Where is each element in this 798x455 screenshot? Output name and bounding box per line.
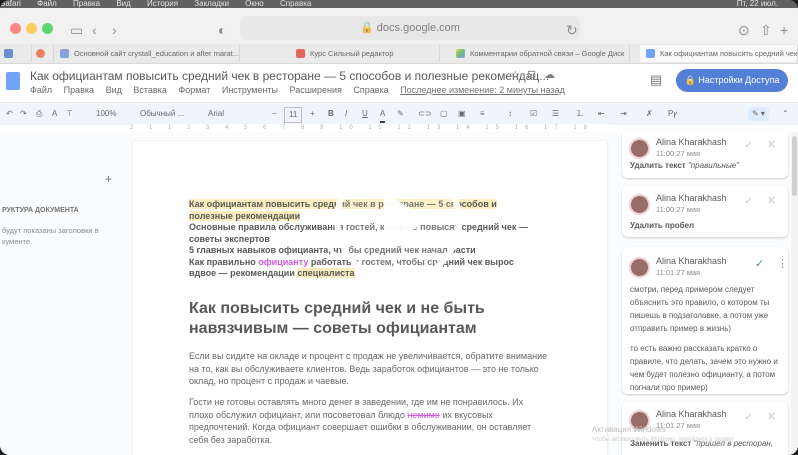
play-button[interactable]	[334, 156, 462, 284]
play-icon	[384, 192, 428, 248]
screen: Safari Файл Правка Вид История Закладки …	[0, 0, 798, 455]
